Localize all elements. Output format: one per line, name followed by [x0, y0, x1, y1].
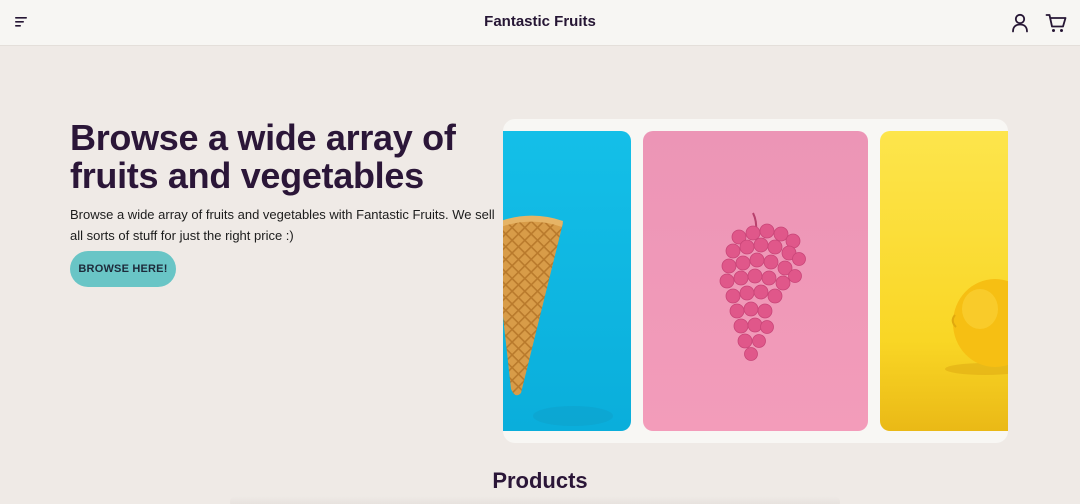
grapes-image	[719, 212, 806, 361]
products-panel-edge	[230, 496, 840, 504]
lemon-image	[945, 279, 1008, 375]
waffle-cone-image	[503, 215, 613, 426]
cart-icon[interactable]	[1045, 12, 1067, 34]
hero-title: Browse a wide array of fruits and vegeta…	[70, 117, 456, 196]
hero-description: Browse a wide array of fruits and vegeta…	[70, 207, 495, 243]
image-carousel[interactable]	[503, 119, 1008, 443]
carousel-slide-waffle-cone[interactable]	[503, 131, 631, 431]
brand-title[interactable]: Fantastic Fruits	[0, 13, 1080, 30]
browse-button[interactable]: BROWSE HERE!	[70, 251, 176, 287]
carousel-slide-grapes[interactable]	[643, 131, 868, 431]
carousel-slide-lemon[interactable]	[880, 131, 1008, 431]
top-navigation-bar: Fantastic Fruits	[0, 0, 1080, 46]
user-icon[interactable]	[1010, 12, 1030, 34]
products-heading: Products	[492, 468, 588, 493]
